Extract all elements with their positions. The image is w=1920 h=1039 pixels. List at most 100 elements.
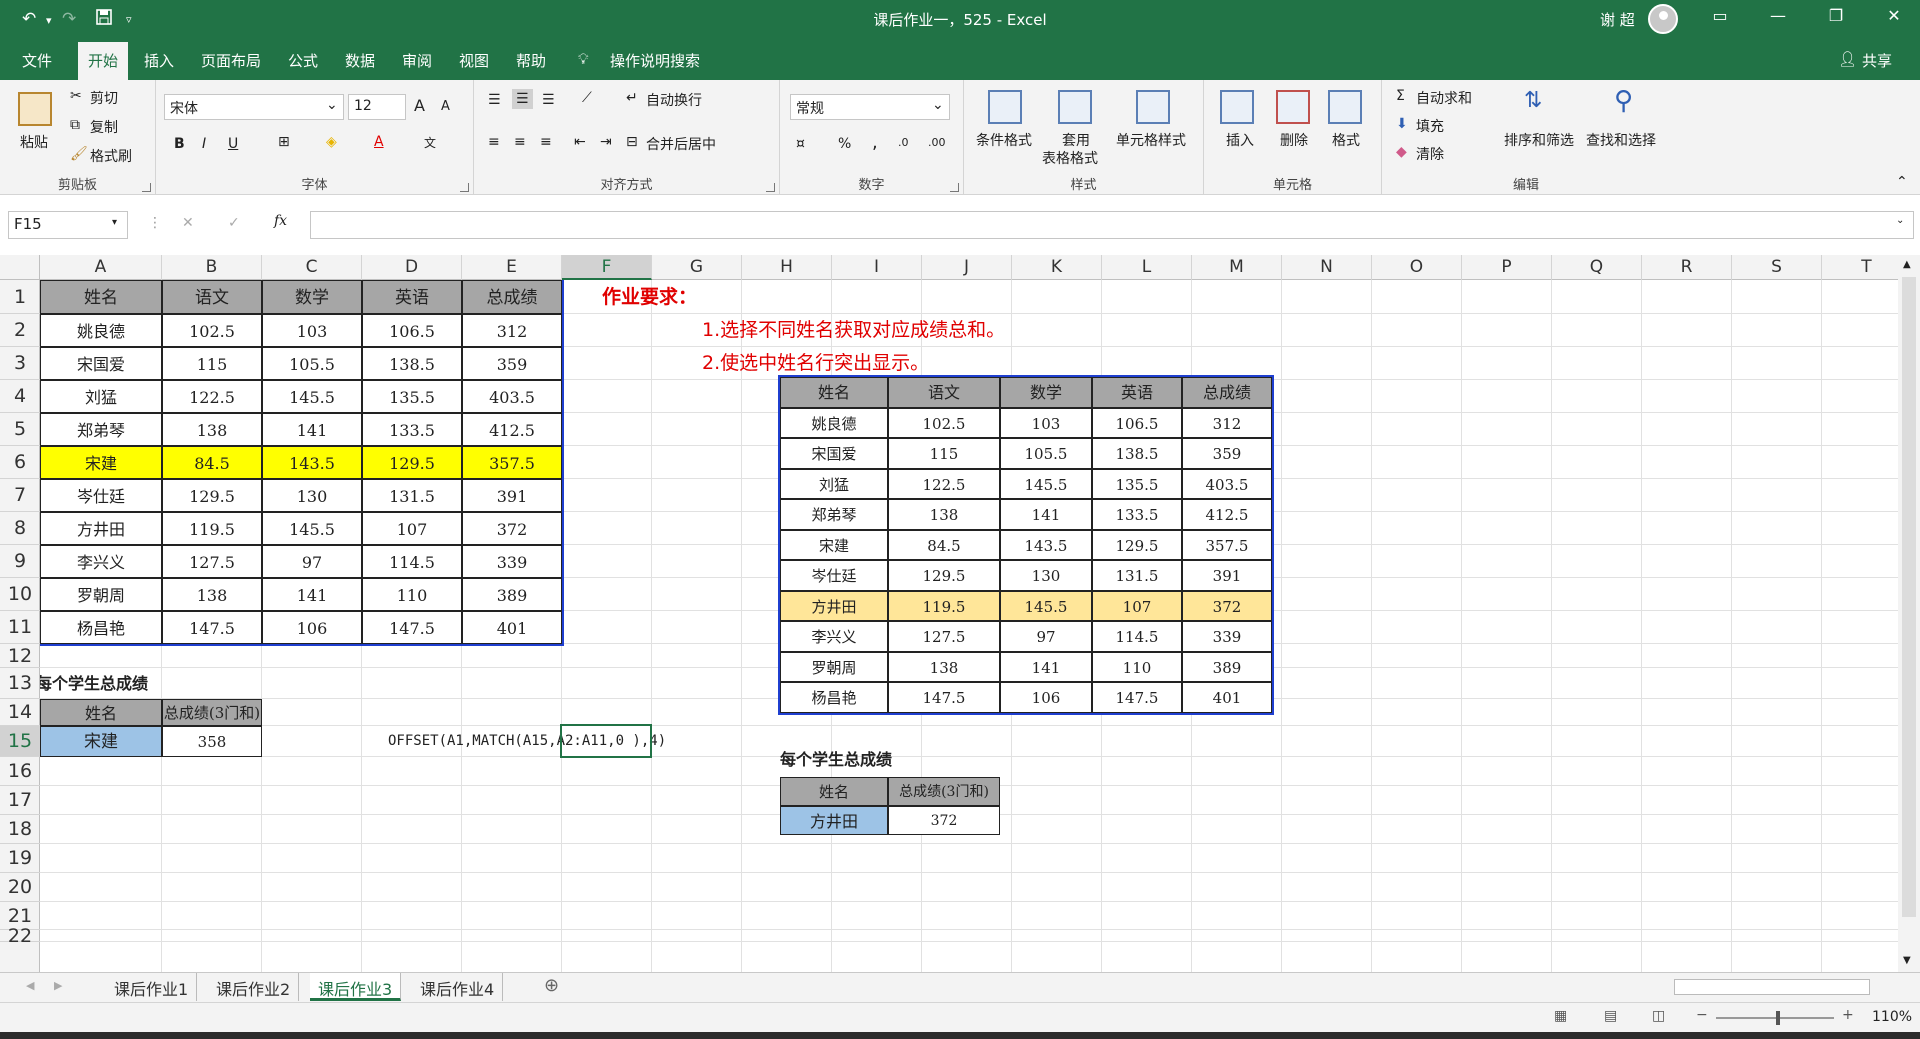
number-format-select[interactable]: 常规 bbox=[790, 94, 950, 120]
format-as-table-button[interactable]: 套用 bbox=[1062, 130, 1090, 150]
column-header-r[interactable]: R bbox=[1642, 255, 1732, 280]
tab-review[interactable]: 审阅 bbox=[402, 50, 432, 71]
row-header-5[interactable]: 5 bbox=[0, 413, 40, 446]
scroll-down-icon[interactable]: ▼ bbox=[1903, 955, 1911, 966]
normal-view-icon[interactable]: ▦ bbox=[1554, 1008, 1567, 1024]
borders-icon[interactable]: ⊞ bbox=[278, 134, 290, 150]
align-middle-icon[interactable]: ☰ bbox=[512, 89, 533, 109]
format-cells-icon[interactable] bbox=[1328, 90, 1362, 124]
cancel-icon[interactable]: ✕ bbox=[182, 215, 194, 231]
decrease-indent-icon[interactable]: ⇤ bbox=[574, 134, 586, 150]
column-header-f[interactable]: F bbox=[562, 255, 652, 280]
column-header-g[interactable]: G bbox=[652, 255, 742, 280]
row-header-13[interactable]: 13 bbox=[0, 668, 40, 699]
merge-center-button[interactable]: 合并后居中 bbox=[646, 134, 716, 154]
lightbulb-icon[interactable]: 💡︎ bbox=[578, 50, 589, 68]
column-header-s[interactable]: S bbox=[1732, 255, 1822, 280]
name-box-chevron-icon[interactable]: ▾ bbox=[112, 217, 117, 228]
find-select-button[interactable]: 查找和选择 bbox=[1586, 130, 1656, 150]
zoom-slider-thumb[interactable] bbox=[1776, 1011, 1780, 1025]
zoom-in-icon[interactable]: + bbox=[1842, 1007, 1854, 1023]
insert-cells-icon[interactable] bbox=[1220, 90, 1254, 124]
clear-icon[interactable]: ◆ bbox=[1396, 144, 1407, 160]
delete-cells-icon[interactable] bbox=[1276, 90, 1310, 124]
avatar[interactable] bbox=[1648, 4, 1678, 34]
tab-formulas[interactable]: 公式 bbox=[288, 50, 318, 71]
find-select-icon[interactable]: ⚲ bbox=[1614, 86, 1633, 116]
horizontal-scrollbar[interactable] bbox=[1674, 979, 1870, 995]
column-header-h[interactable]: H bbox=[742, 255, 832, 280]
autosum-icon[interactable]: Σ bbox=[1396, 88, 1405, 104]
row-header-16[interactable]: 16 bbox=[0, 757, 40, 786]
wrap-text-button[interactable]: 自动换行 bbox=[646, 90, 702, 110]
user-name[interactable]: 谢 超 bbox=[1600, 9, 1635, 30]
autosum-button[interactable]: 自动求和 bbox=[1416, 88, 1472, 108]
row-header-22[interactable]: 22 bbox=[0, 927, 40, 946]
conditional-format-icon[interactable] bbox=[988, 90, 1022, 124]
column-header-b[interactable]: B bbox=[162, 255, 262, 280]
enter-icon[interactable]: ✓ bbox=[228, 215, 240, 231]
font-launcher-icon[interactable] bbox=[460, 183, 469, 192]
scroll-thumb[interactable] bbox=[1902, 277, 1916, 917]
tab-view[interactable]: 视图 bbox=[459, 50, 489, 71]
cell-styles-icon[interactable] bbox=[1136, 90, 1170, 124]
grow-font-button[interactable]: A bbox=[414, 96, 425, 115]
conditional-format-button[interactable]: 条件格式 bbox=[976, 130, 1032, 150]
zoom-level[interactable]: 110% bbox=[1872, 1009, 1912, 1025]
align-bottom-icon[interactable]: ☰ bbox=[542, 92, 555, 108]
sheet-tab-2[interactable]: 课后作业2 bbox=[208, 973, 300, 1001]
orientation-icon[interactable]: ⟋ bbox=[582, 90, 592, 106]
fill-button[interactable]: 填充 bbox=[1416, 116, 1444, 136]
insert-cells-button[interactable]: 插入 bbox=[1226, 130, 1254, 150]
format-painter-button[interactable]: 格式刷 bbox=[90, 146, 132, 166]
column-header-l[interactable]: L bbox=[1102, 255, 1192, 280]
font-name-chevron-icon[interactable]: ⌄ bbox=[326, 97, 338, 113]
row-header-6[interactable]: 6 bbox=[0, 446, 40, 479]
underline-button[interactable]: U bbox=[228, 136, 238, 152]
sheet-tab-4[interactable]: 课后作业4 bbox=[412, 973, 504, 1001]
column-header-a[interactable]: A bbox=[40, 255, 162, 280]
increase-decimal-icon[interactable]: .0 bbox=[898, 136, 909, 149]
format-as-table-icon[interactable] bbox=[1058, 90, 1092, 124]
select-all-corner[interactable] bbox=[0, 255, 40, 280]
percent-button[interactable]: % bbox=[838, 136, 851, 152]
add-sheet-icon[interactable]: ⊕ bbox=[544, 975, 559, 996]
column-header-j[interactable]: J bbox=[922, 255, 1012, 280]
font-size-select[interactable]: 12 bbox=[348, 94, 406, 120]
tab-data[interactable]: 数据 bbox=[345, 50, 375, 71]
column-header-c[interactable]: C bbox=[262, 255, 362, 280]
row-header-11[interactable]: 11 bbox=[0, 611, 40, 644]
increase-indent-icon[interactable]: ⇥ bbox=[600, 134, 612, 150]
merge-icon[interactable]: ⊟ bbox=[626, 134, 638, 150]
tab-file[interactable]: 文件 bbox=[22, 50, 52, 71]
decrease-decimal-icon[interactable]: .00 bbox=[928, 136, 946, 149]
paste-icon[interactable] bbox=[18, 92, 52, 126]
paste-button[interactable]: 粘贴 bbox=[20, 132, 48, 152]
close-icon[interactable]: ✕ bbox=[1874, 6, 1914, 25]
sheet-tab-1[interactable]: 课后作业1 bbox=[106, 973, 198, 1001]
zoom-out-icon[interactable]: − bbox=[1696, 1007, 1708, 1023]
sort-filter-icon[interactable]: ⇅ bbox=[1524, 88, 1542, 113]
column-header-m[interactable]: M bbox=[1192, 255, 1282, 280]
row-header-7[interactable]: 7 bbox=[0, 479, 40, 512]
clipboard-launcher-icon[interactable] bbox=[142, 183, 151, 192]
italic-button[interactable]: I bbox=[202, 136, 206, 152]
tab-insert[interactable]: 插入 bbox=[144, 50, 174, 71]
fill-color-icon[interactable]: ◈ bbox=[326, 134, 337, 150]
align-right-icon[interactable]: ≡ bbox=[540, 134, 552, 150]
row-header-20[interactable]: 20 bbox=[0, 873, 40, 902]
bold-button[interactable]: B bbox=[174, 136, 185, 152]
share-button[interactable]: 共享 bbox=[1862, 50, 1892, 71]
comma-button[interactable]: , bbox=[872, 132, 878, 153]
format-cells-button[interactable]: 格式 bbox=[1332, 130, 1360, 150]
row-header-1[interactable]: 1 bbox=[0, 280, 40, 314]
zoom-slider[interactable] bbox=[1716, 1017, 1834, 1019]
sheet-prev-icon[interactable]: ◀ bbox=[26, 979, 34, 992]
currency-icon[interactable]: ¤ bbox=[796, 136, 805, 152]
row-header-15[interactable]: 15 bbox=[0, 726, 40, 757]
align-center-icon[interactable]: ≡ bbox=[514, 134, 526, 150]
person-icon[interactable]: 👤︎ bbox=[1838, 50, 1857, 68]
expand-formula-icon[interactable]: ⌄ bbox=[1896, 215, 1904, 226]
alignment-launcher-icon[interactable] bbox=[766, 183, 775, 192]
tab-help[interactable]: 帮助 bbox=[516, 50, 546, 71]
